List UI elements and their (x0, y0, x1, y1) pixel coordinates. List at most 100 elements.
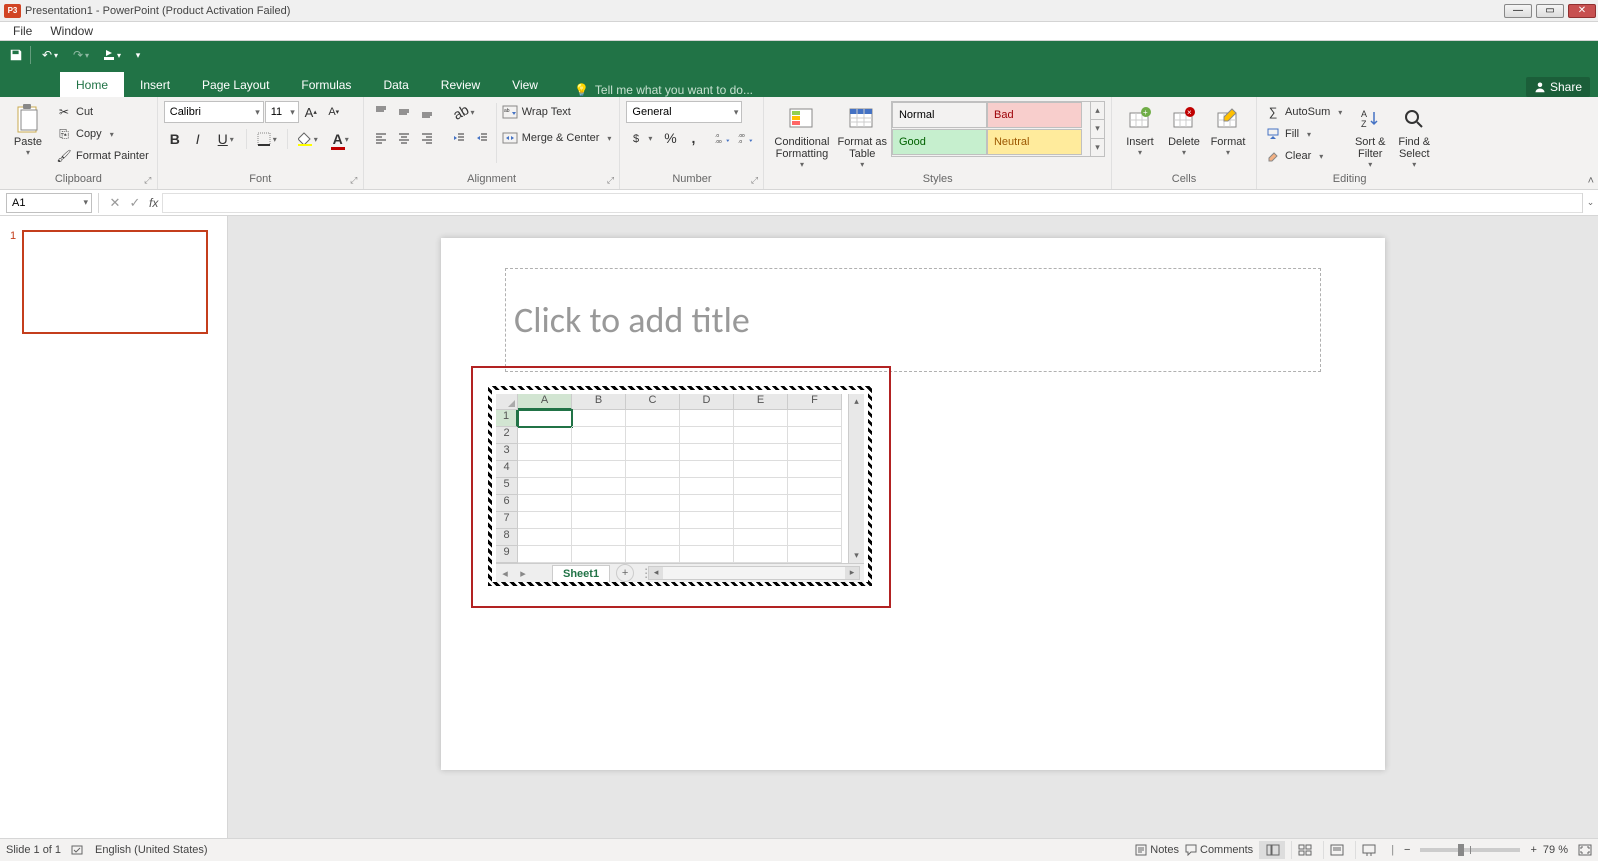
cell[interactable] (788, 461, 842, 478)
cell[interactable] (518, 478, 572, 495)
align-right-button[interactable] (416, 127, 438, 149)
menu-file[interactable]: File (4, 24, 41, 38)
cell[interactable] (572, 478, 626, 495)
paste-button[interactable]: Paste ▾ (6, 101, 50, 173)
reading-view-button[interactable] (1323, 841, 1349, 859)
cell[interactable] (734, 410, 788, 427)
zoom-level[interactable]: 79 % (1543, 844, 1568, 856)
clear-button[interactable]: Clear▾ (1263, 145, 1344, 167)
normal-view-button[interactable] (1259, 841, 1285, 859)
decrease-indent-button[interactable] (448, 127, 470, 149)
find-select-button[interactable]: Find & Select▾ (1392, 101, 1436, 173)
notes-button[interactable]: Notes (1135, 844, 1179, 856)
row-header-4[interactable]: 4 (496, 461, 518, 478)
cell[interactable] (788, 546, 842, 563)
cell[interactable] (626, 529, 680, 546)
cell[interactable] (680, 512, 734, 529)
style-normal[interactable]: Normal (892, 102, 987, 128)
row-header-6[interactable]: 6 (496, 495, 518, 512)
percent-button[interactable]: % (659, 127, 681, 149)
cell[interactable] (518, 529, 572, 546)
align-bottom-button[interactable] (416, 101, 438, 123)
number-format-combo[interactable]: General▾ (626, 101, 742, 123)
tab-view[interactable]: View (496, 72, 554, 97)
tab-page-layout[interactable]: Page Layout (186, 72, 285, 97)
cell[interactable] (626, 444, 680, 461)
cell[interactable] (680, 410, 734, 427)
align-middle-button[interactable] (393, 101, 415, 123)
tab-home[interactable]: Home (60, 72, 124, 97)
expand-formula-bar-button[interactable]: ⌄ (1582, 193, 1598, 213)
cancel-formula-button[interactable]: ✕ (105, 193, 125, 213)
tab-data[interactable]: Data (367, 72, 424, 97)
cut-button[interactable]: ✂Cut (54, 101, 151, 123)
font-name-combo[interactable]: Calibri▾ (164, 101, 264, 123)
font-size-combo[interactable]: 11▾ (265, 101, 299, 123)
title-placeholder[interactable]: Click to add title (505, 268, 1321, 372)
cell[interactable] (734, 495, 788, 512)
sort-filter-button[interactable]: AZ Sort & Filter▾ (1348, 101, 1392, 173)
row-header-9[interactable]: 9 (496, 546, 518, 563)
decrease-decimal-button[interactable]: .00.0 (735, 127, 757, 149)
excel-hscroll[interactable]: ◂▸ (648, 566, 860, 580)
col-header-d[interactable]: D (680, 394, 734, 410)
embedded-excel-object[interactable]: A B C D E F 1 2 3 4 5 (488, 386, 872, 586)
cell[interactable] (572, 410, 626, 427)
copy-button[interactable]: ⎘Copy▾ (54, 123, 151, 145)
cell[interactable] (572, 546, 626, 563)
align-top-button[interactable] (370, 101, 392, 123)
comments-button[interactable]: Comments (1185, 844, 1253, 856)
increase-indent-button[interactable] (471, 127, 493, 149)
autosum-button[interactable]: ∑AutoSum▾ (1263, 101, 1344, 123)
formula-input[interactable] (162, 193, 1582, 213)
wrap-text-button[interactable]: abWrap Text (500, 101, 614, 123)
tab-formulas[interactable]: Formulas (285, 72, 367, 97)
format-as-table-button[interactable]: Format as Table▾ (833, 101, 891, 173)
row-header-8[interactable]: 8 (496, 529, 518, 546)
cell[interactable] (572, 495, 626, 512)
insert-cells-button[interactable]: + Insert▾ (1118, 101, 1162, 173)
language-indicator[interactable]: English (United States) (95, 844, 208, 856)
alignment-launcher[interactable]: ⤢ (604, 175, 616, 187)
new-sheet-button[interactable]: + (616, 564, 634, 582)
qat-customize-button[interactable]: ▾ (128, 44, 148, 66)
minimize-button[interactable]: — (1504, 4, 1532, 18)
delete-cells-button[interactable]: × Delete▾ (1162, 101, 1206, 173)
cell-a1[interactable] (518, 410, 572, 427)
style-bad[interactable]: Bad (987, 102, 1082, 128)
cell[interactable] (680, 478, 734, 495)
cell[interactable] (680, 461, 734, 478)
font-color-button[interactable]: A▾ (325, 128, 357, 150)
cell[interactable] (734, 478, 788, 495)
cell[interactable] (788, 410, 842, 427)
decrease-font-button[interactable]: A▾ (323, 101, 345, 123)
excel-grid[interactable]: A B C D E F 1 2 3 4 5 (496, 394, 848, 563)
cell[interactable] (626, 427, 680, 444)
cell[interactable] (788, 444, 842, 461)
slide-counter[interactable]: Slide 1 of 1 (6, 844, 61, 856)
borders-button[interactable]: ▾ (251, 128, 283, 150)
font-launcher[interactable]: ⤢ (348, 175, 360, 187)
undo-button[interactable]: ↶▾ (35, 44, 65, 66)
cell[interactable] (572, 512, 626, 529)
sheet-nav-prev[interactable]: ◂ (496, 567, 514, 580)
number-launcher[interactable]: ⤢ (748, 175, 760, 187)
tell-me-search[interactable]: 💡 Tell me what you want to do... (574, 83, 753, 97)
slideshow-view-button[interactable] (1355, 841, 1381, 859)
slide-canvas[interactable]: Click to add title A B C D E (441, 238, 1385, 770)
col-header-f[interactable]: F (788, 394, 842, 410)
cell[interactable] (788, 495, 842, 512)
align-center-button[interactable] (393, 127, 415, 149)
col-header-b[interactable]: B (572, 394, 626, 410)
clipboard-launcher[interactable]: ⤢ (142, 175, 154, 187)
sheet-tab-1[interactable]: Sheet1 (552, 565, 610, 582)
conditional-formatting-button[interactable]: Conditional Formatting▾ (770, 101, 833, 173)
cell[interactable] (572, 427, 626, 444)
spellcheck-icon[interactable] (71, 843, 85, 857)
cell[interactable] (680, 495, 734, 512)
orientation-button[interactable]: ab▾ (448, 101, 480, 123)
fx-icon[interactable]: fx (149, 196, 158, 210)
select-all-corner[interactable] (496, 394, 518, 410)
cell[interactable] (734, 461, 788, 478)
close-button[interactable]: ✕ (1568, 4, 1596, 18)
